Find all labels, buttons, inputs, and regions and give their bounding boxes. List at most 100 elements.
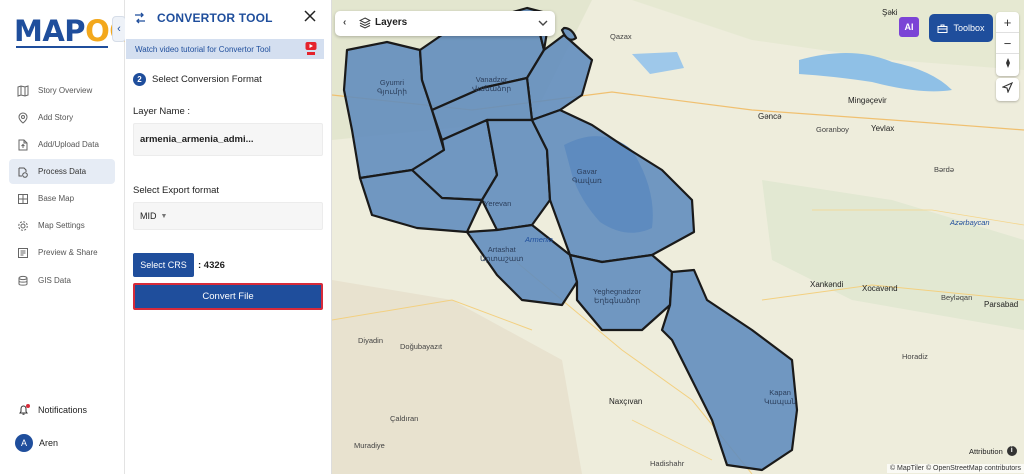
map-label-vanadzor: Vanadzor Վանաձոր xyxy=(472,75,512,93)
layers-label: Layers xyxy=(375,17,408,28)
map-label-seki: Şəki xyxy=(882,8,898,17)
map-label-yeghegnadzor: Yeghegnadzor Եղեգնաձոր xyxy=(593,287,642,305)
sidebar-item-add-upload-data[interactable]: Add/Upload Data xyxy=(9,132,115,157)
convert-file-button[interactable]: Convert File xyxy=(133,283,323,310)
geolocate-button[interactable] xyxy=(996,78,1019,101)
navigation-arrow-icon xyxy=(1001,81,1014,94)
layer-name-value: armenia_armenia_admi... xyxy=(140,134,254,145)
sidebar-item-map-settings[interactable]: Map Settings xyxy=(9,213,115,238)
map-label-yerevan: Yerevan xyxy=(484,199,512,208)
map-label-muradiye: Muradiye xyxy=(354,441,385,450)
map-label-xankendi: Xankəndi xyxy=(810,280,844,289)
logo-underline xyxy=(16,46,108,48)
back-chevron-icon[interactable]: ‹ xyxy=(343,17,346,28)
map-label-gyumri: Gyumri Գյումրի xyxy=(377,78,407,96)
map-label-berde: Bərdə xyxy=(934,165,955,174)
notifications-button[interactable]: Notifications xyxy=(18,404,87,416)
map-label-hadishahr: Hadishahr xyxy=(650,459,685,468)
step-title: Select Conversion Format xyxy=(152,74,262,85)
sidebar-item-label: Map Settings xyxy=(38,221,85,230)
map-label-qazax: Qazax xyxy=(610,32,632,41)
ai-assistant-button[interactable]: AI xyxy=(899,17,919,37)
sidebar-item-label: Process Data xyxy=(38,167,87,176)
user-name: Aren xyxy=(39,438,59,448)
sidebar-item-add-story[interactable]: Add Story xyxy=(9,105,115,130)
step-number-badge: 2 xyxy=(133,73,146,86)
panel-title: CONVERTOR TOOL xyxy=(157,11,273,25)
video-tutorial-link[interactable]: Watch video tutorial for Convertor Tool xyxy=(126,39,324,59)
map-label-beyleqan: Beyləqan xyxy=(941,293,973,302)
sidebar-item-story-overview[interactable]: Story Overview xyxy=(9,78,115,103)
close-icon[interactable] xyxy=(302,8,318,24)
map-label-armenia: Armenia xyxy=(525,235,553,244)
layer-name-field: armenia_armenia_admi... xyxy=(133,123,323,156)
info-icon: i xyxy=(1006,446,1017,456)
preview-icon xyxy=(17,247,29,259)
base-map-icon xyxy=(17,193,29,205)
compass-icon xyxy=(1005,58,1010,68)
toolbox-icon xyxy=(937,24,948,33)
map-label-gence: Gəncə xyxy=(758,112,782,121)
map-label-kapan: Kapan Կապան xyxy=(764,388,797,406)
map-label-parsabad: Parsabad xyxy=(984,300,1019,309)
sidebar-item-base-map[interactable]: Base Map xyxy=(9,186,115,211)
collapse-sidebar-button[interactable]: ‹ xyxy=(112,16,126,42)
toolbox-button[interactable]: Toolbox xyxy=(929,14,993,42)
export-format-select[interactable]: MID ▼ xyxy=(133,202,323,230)
zoom-controls: + − xyxy=(996,12,1019,76)
crs-value: : 4326 xyxy=(198,260,225,271)
tutorial-text: Watch video tutorial for Convertor Tool xyxy=(135,44,271,54)
map-copyright: © MapTiler © OpenStreetMap contributors xyxy=(886,464,1024,473)
convert-arrows-icon xyxy=(135,12,145,24)
notifications-label: Notifications xyxy=(38,405,88,415)
avatar: A xyxy=(15,434,33,452)
map-canvas[interactable]: Gyumri Գյումրի Vanadzor Վանաձոր Gavar Գավառ… xyxy=(332,0,1024,474)
toolbox-label: Toolbox xyxy=(953,23,985,33)
map-label-dogubayazit: Doğubayazıt xyxy=(400,342,443,351)
map-label-caldiran: Çaldıran xyxy=(390,414,419,423)
map-label-horadiz: Horadiz xyxy=(902,352,928,361)
sidebar-item-process-data[interactable]: Process Data xyxy=(9,159,115,184)
sidebar-nav: MAPOG ‹ Story Overview Add Story Add/Upl… xyxy=(0,0,133,474)
layers-icon xyxy=(359,17,371,29)
logo-text-map: MAP xyxy=(14,14,86,48)
chevron-down-icon[interactable] xyxy=(537,17,549,29)
notification-dot xyxy=(26,404,30,408)
database-icon xyxy=(17,275,29,287)
map-label-gavar: Gavar Գավառ xyxy=(572,167,602,185)
sidebar-item-label: GIS Data xyxy=(38,276,71,285)
sidebar-item-label: Add/Upload Data xyxy=(38,140,99,149)
attribution-label: Attribution xyxy=(969,446,1003,456)
caret-down-icon: ▼ xyxy=(160,212,168,220)
sidebar-item-preview-share[interactable]: Preview & Share xyxy=(9,240,115,265)
zoom-in-button[interactable]: + xyxy=(996,12,1019,33)
step-header: 2 Select Conversion Format xyxy=(133,73,262,86)
sidebar-item-label: Add Story xyxy=(38,113,74,122)
map-label-diyadin: Diyadin xyxy=(358,336,384,345)
zoom-out-button[interactable]: − xyxy=(996,33,1019,54)
user-profile-button[interactable]: A Aren xyxy=(15,434,58,452)
youtube-icon xyxy=(305,42,317,55)
gear-icon xyxy=(17,220,29,232)
select-crs-button[interactable]: Select CRS xyxy=(133,253,194,277)
export-format-label: Select Export format xyxy=(133,185,220,196)
map-book-icon xyxy=(17,84,29,97)
export-format-value: MID xyxy=(140,211,157,221)
compass-reset-button[interactable] xyxy=(996,54,1019,75)
sidebar-item-gis-data[interactable]: GIS Data xyxy=(9,268,115,293)
process-data-icon xyxy=(17,166,29,178)
file-upload-icon xyxy=(17,139,29,151)
panel-header: CONVERTOR TOOL xyxy=(125,0,332,36)
bell-icon xyxy=(18,404,30,416)
map-label-mingecevir: Mingəçevir xyxy=(848,96,887,105)
map-label-azerbaycan: Azərbaycan xyxy=(950,218,990,227)
attribution-button[interactable]: Attribution i xyxy=(969,446,1017,456)
sidebar-item-label: Preview & Share xyxy=(38,248,98,257)
layer-name-label: Layer Name : xyxy=(133,106,191,117)
layers-dropdown[interactable]: ‹ Layers xyxy=(335,11,555,36)
location-pin-icon xyxy=(17,111,29,124)
map-label-naxcivan: Naxçıvan xyxy=(609,397,643,406)
sidebar-item-label: Story Overview xyxy=(38,86,93,95)
sidebar-item-label: Base Map xyxy=(38,194,75,203)
map-label-xocavend: Xocavənd xyxy=(862,284,898,293)
